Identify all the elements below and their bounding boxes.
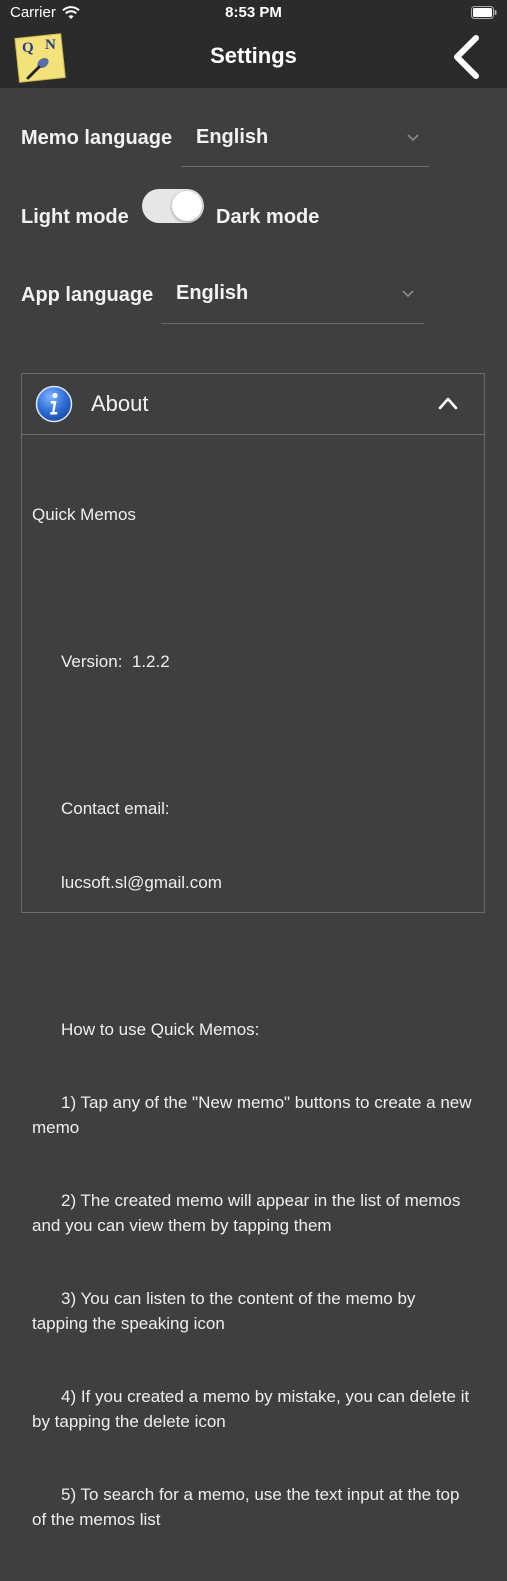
app-language-label: App language [21, 284, 154, 306]
memo-language-value: English [196, 126, 269, 148]
chevron-down-icon [402, 290, 414, 298]
toggle-knob [172, 191, 202, 221]
battery-icon [471, 6, 497, 19]
memo-language-select[interactable]: English [181, 116, 429, 167]
dark-mode-label: Dark mode [216, 206, 320, 228]
about-title: About [91, 391, 149, 416]
theme-toggle[interactable] [142, 189, 204, 223]
status-time: 8:53 PM [225, 4, 282, 21]
about-panel: About Quick Memos Version: 1.2.2 Contact… [21, 373, 485, 1529]
about-version: Version: 1.2.2 [61, 652, 170, 671]
memo-language-label: Memo language [21, 127, 173, 149]
chevron-down-icon [407, 134, 419, 142]
about-step-3: 3) You can listen to the content of the … [32, 1289, 421, 1333]
about-step-4: 4) If you created a memo by mistake, you… [32, 1387, 474, 1431]
about-step-5: 5) To search for a memo, use the text in… [32, 1485, 465, 1529]
app-header: Q N Settings [0, 26, 507, 88]
back-button[interactable] [449, 34, 483, 80]
chevron-up-icon[interactable] [438, 396, 458, 410]
light-mode-label: Light mode [21, 206, 129, 228]
info-icon [35, 385, 73, 423]
about-content: Quick Memos Version: 1.2.2 Contact email… [32, 454, 472, 1581]
about-contact-label: Contact email: [61, 799, 170, 818]
status-bar: Carrier 8:53 PM [0, 0, 507, 26]
about-header[interactable]: About [22, 374, 484, 435]
about-step-1: 1) Tap any of the "New memo" buttons to … [32, 1093, 477, 1137]
about-how-to-heading: How to use Quick Memos: [61, 1019, 260, 1039]
about-step-2: 2) The created memo will appear in the l… [32, 1191, 466, 1235]
app-language-value: English [176, 282, 249, 304]
page-title: Settings [210, 43, 297, 68]
about-contact-email: lucsoft.sl@gmail.com [61, 872, 222, 892]
about-app-name: Quick Memos [32, 505, 136, 524]
app-language-select[interactable]: English [161, 272, 424, 324]
